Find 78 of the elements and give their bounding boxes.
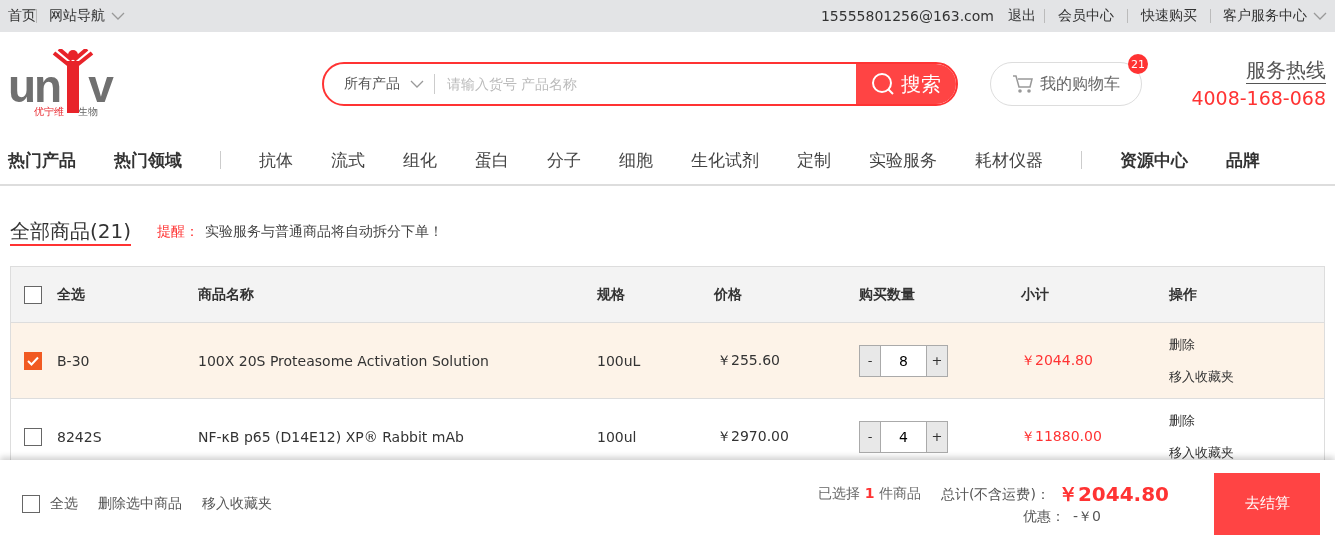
total-label: 总计(不含运费)： xyxy=(940,485,1050,504)
column-header: 操作 xyxy=(1169,285,1198,304)
account-link[interactable]: 15555801256@163.com xyxy=(814,8,1000,24)
nav-link[interactable]: 热门领域 xyxy=(114,148,182,172)
logo-name: 优宁维 xyxy=(34,105,64,119)
table-cell-text: ￥2970.00 xyxy=(716,427,790,446)
cart-count-badge: 21 xyxy=(1128,54,1148,74)
hotline-title: 服务热线 xyxy=(1246,56,1326,84)
table-cell-text: 100X 20S Proteasome Activation Solution xyxy=(198,352,490,369)
nav-link[interactable]: 流式 xyxy=(331,148,365,172)
nav-link[interactable]: 组化 xyxy=(403,148,437,172)
nav-link[interactable]: 抗体 xyxy=(259,148,293,172)
logo-text: un xyxy=(8,67,61,105)
total-amount: ￥2044.80 xyxy=(1057,481,1169,508)
section-title: 全部商品(21) xyxy=(10,218,132,246)
nav-link[interactable]: 定制 xyxy=(797,148,831,172)
logo-text: v xyxy=(88,67,112,105)
column-header: 全选 xyxy=(57,285,86,304)
quantity-field[interactable]: 4 xyxy=(881,420,926,453)
nav-link[interactable]: 生化试剂 xyxy=(691,148,759,172)
search-bar[interactable]: 所有产品 请输入货号 产品名称 搜索 xyxy=(322,62,958,106)
selected-count: 已选择 1 件商品 xyxy=(818,484,921,503)
notice-text: 实验服务与普通商品将自动拆分下单！ xyxy=(205,223,444,241)
decrease-button[interactable]: - xyxy=(859,420,881,453)
checkbox[interactable] xyxy=(24,427,42,446)
top-link[interactable]: 客户服务中心 xyxy=(1211,7,1327,25)
action-link[interactable]: 移入收藏夹 xyxy=(1169,443,1324,462)
increase-button[interactable]: + xyxy=(926,420,948,453)
checkbox[interactable] xyxy=(24,285,42,304)
column-header: 规格 xyxy=(597,285,626,304)
logout-link[interactable]: 退出 xyxy=(1000,7,1044,25)
chevron-down-icon xyxy=(410,80,424,88)
action-link[interactable]: 删除 xyxy=(1169,411,1324,430)
action-link[interactable]: 移入收藏夹 xyxy=(1169,367,1324,386)
checkbox[interactable] xyxy=(22,494,40,513)
nav-link[interactable]: 品牌 xyxy=(1226,148,1260,172)
table-cell-text: B-30 xyxy=(57,352,91,369)
checkmark-icon xyxy=(27,355,39,366)
notice-label: 提醒： xyxy=(157,223,200,241)
discount-label: 优惠： xyxy=(1023,508,1066,526)
table-cell-text: 100ul xyxy=(597,428,638,445)
logo-name: 生物 xyxy=(78,105,98,119)
footer-link[interactable]: 删除选中商品 xyxy=(98,494,182,513)
top-link[interactable]: 快速购买 xyxy=(1128,7,1210,25)
column-header: 购买数量 xyxy=(859,285,916,304)
discount-amount: -￥0 xyxy=(1073,508,1101,526)
checkbox[interactable] xyxy=(24,351,42,370)
chevron-down-icon xyxy=(111,12,125,20)
table-cell-text: NF-κB p65 (D14E12) XP® Rabbit mAb xyxy=(198,428,465,445)
column-header: 小计 xyxy=(1021,285,1050,304)
nav-link[interactable]: 实验服务 xyxy=(869,148,937,172)
increase-button[interactable]: + xyxy=(926,344,948,377)
table-cell-text: 8242S xyxy=(57,428,103,445)
table-cell-text: ￥255.60 xyxy=(716,351,781,370)
nav-link[interactable]: 蛋白 xyxy=(475,148,509,172)
table-cell-text: ￥11880.00 xyxy=(1021,427,1103,446)
column-header: 商品名称 xyxy=(198,285,255,304)
quantity-field[interactable]: 8 xyxy=(881,344,926,377)
table-cell-text: ￥2044.80 xyxy=(1021,351,1094,370)
chevron-down-icon xyxy=(1313,12,1327,20)
select-all-label: 全选 xyxy=(50,494,78,513)
action-link[interactable]: 删除 xyxy=(1169,335,1324,354)
hotline-number: 4008-168-068 xyxy=(1191,85,1326,111)
top-link[interactable]: 首页 xyxy=(8,7,36,25)
search-icon xyxy=(871,72,895,96)
top-link[interactable]: 会员中心 xyxy=(1045,7,1127,25)
nav-link[interactable]: 热门产品 xyxy=(8,148,76,172)
category-dropdown[interactable]: 所有产品 xyxy=(324,64,434,104)
nav-link[interactable]: 分子 xyxy=(547,148,581,172)
top-link[interactable]: 网站导航 xyxy=(37,7,137,25)
table-cell-text: 100uL xyxy=(597,352,642,369)
footer-link[interactable]: 移入收藏夹 xyxy=(202,494,272,513)
column-header: 价格 xyxy=(714,285,743,304)
decrease-button[interactable]: - xyxy=(859,344,881,377)
nav-link[interactable]: 耗材仪器 xyxy=(975,148,1043,172)
cart-icon xyxy=(1012,74,1034,94)
nav-link[interactable]: 细胞 xyxy=(619,148,653,172)
nav-link[interactable]: 资源中心 xyxy=(1120,148,1188,172)
